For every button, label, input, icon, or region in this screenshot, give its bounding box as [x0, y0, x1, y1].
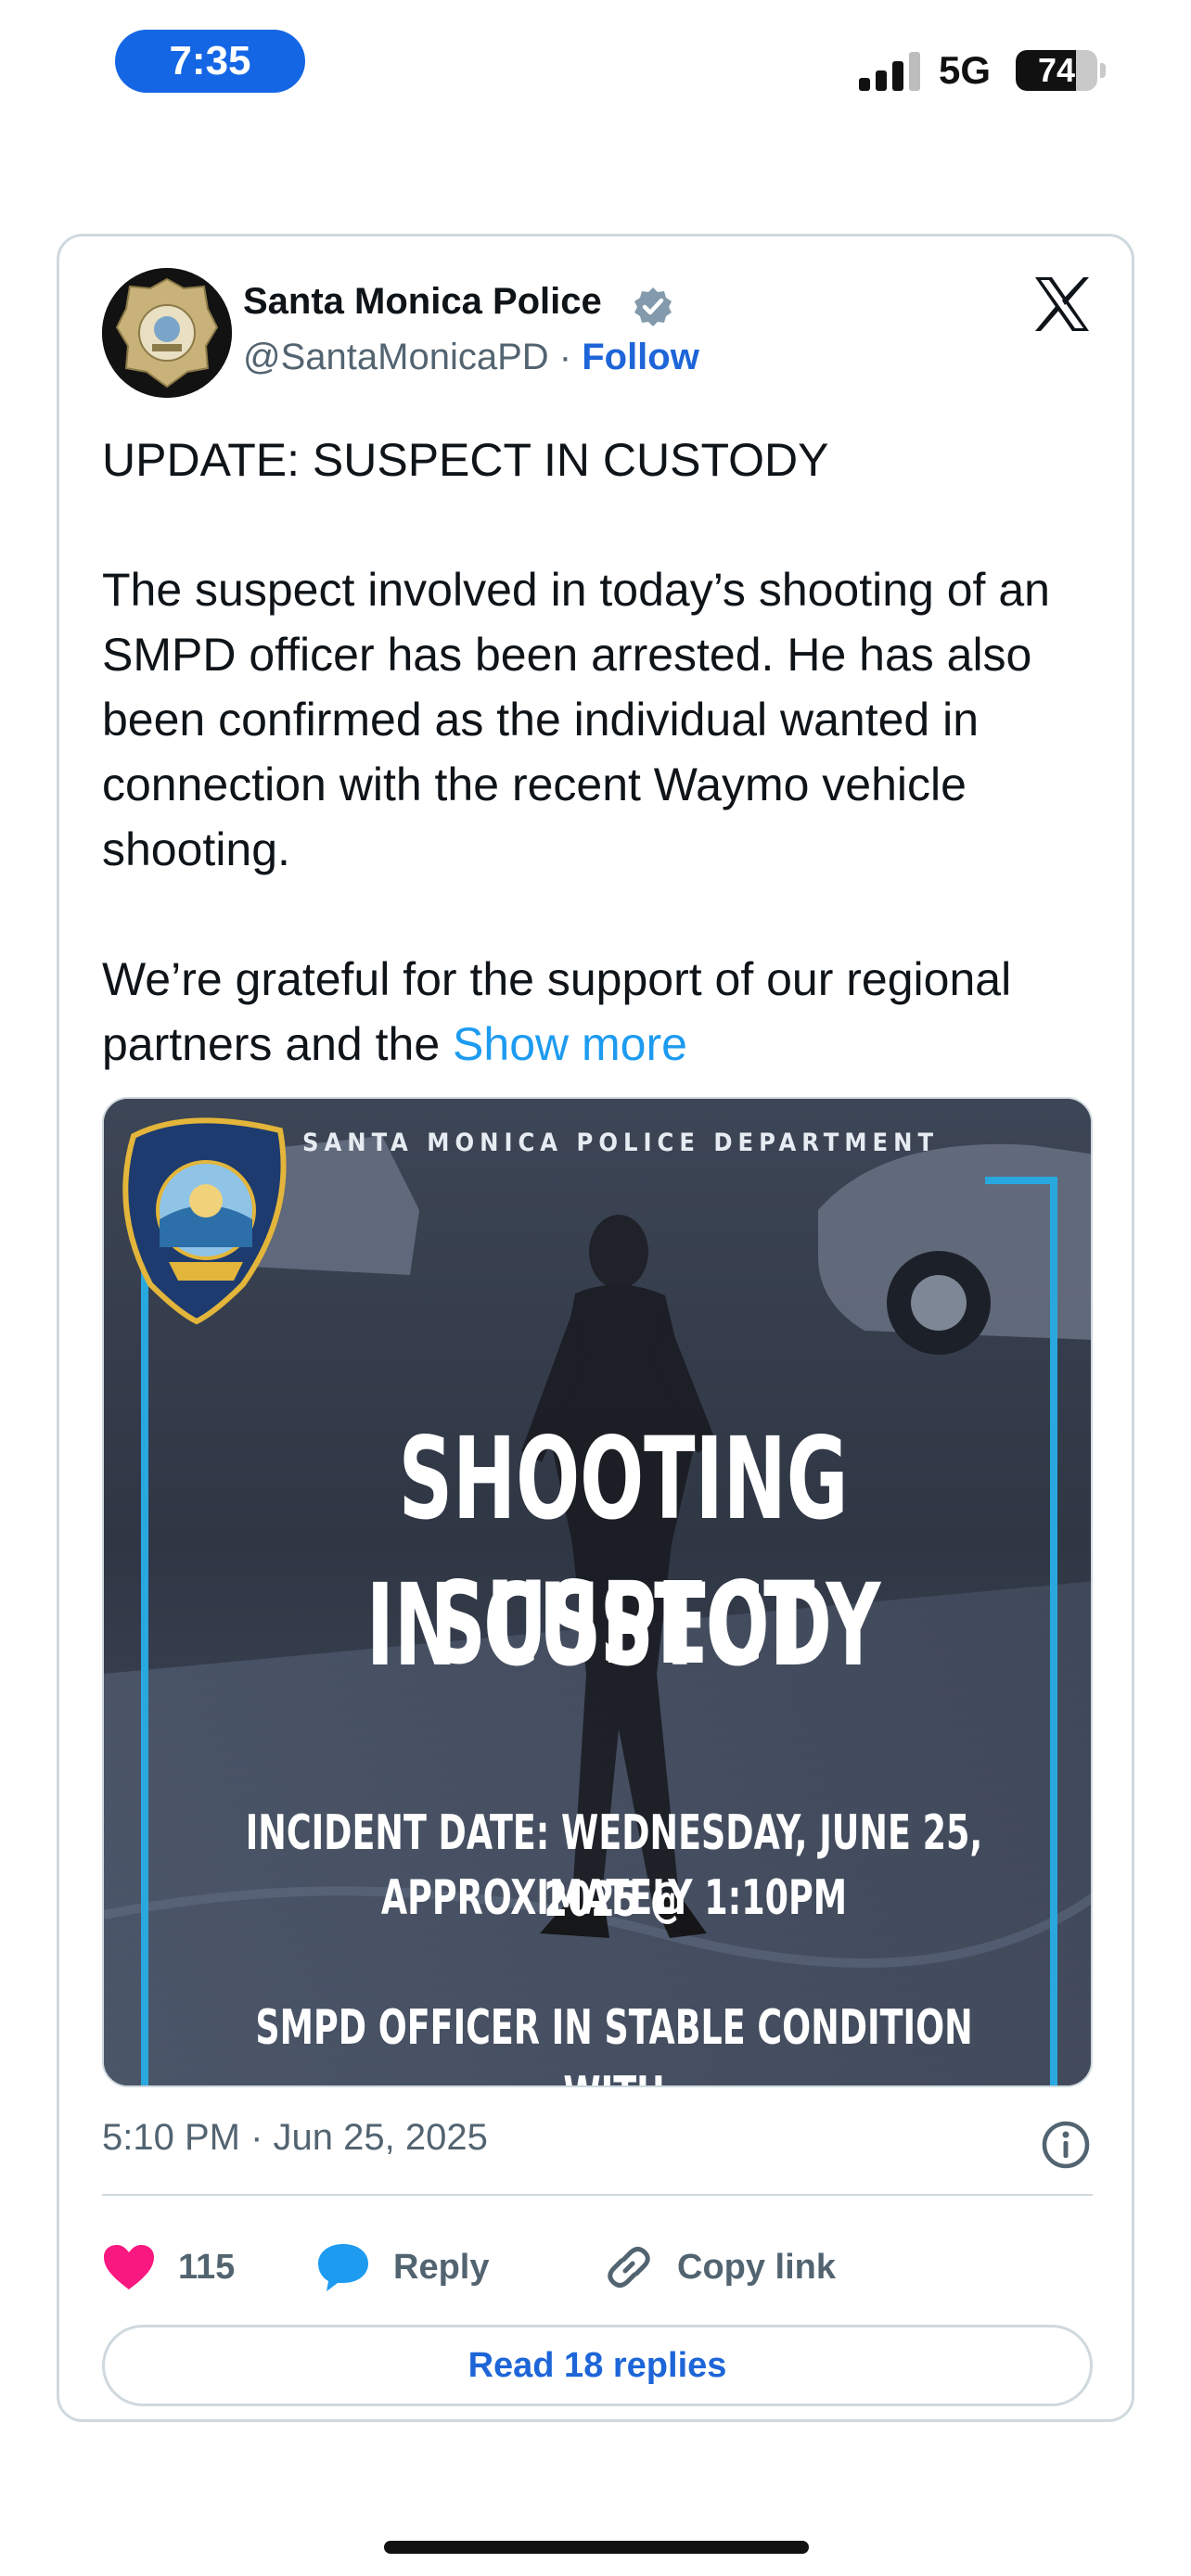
info-icon[interactable]: [1040, 2119, 1092, 2171]
author-handle-row: @SantaMonicaPD · Follow: [243, 337, 699, 378]
tweet-body: UPDATE: SUSPECT IN CUSTODY The suspect i…: [102, 434, 1050, 1070]
read-replies-button[interactable]: Read 18 replies: [102, 2325, 1093, 2406]
copy-link-label: Copy link: [677, 2247, 837, 2287]
status-bar: 7:35 5G 74: [0, 0, 1191, 121]
tweet-media-image[interactable]: SANTA MONICA POLICE DEPARTMENT SHOOTING …: [102, 1097, 1093, 2087]
copy-link-button[interactable]: Copy link: [603, 2230, 836, 2304]
like-count: 115: [178, 2247, 236, 2287]
reply-label: Reply: [393, 2247, 490, 2287]
cellular-signal-icon: [859, 50, 924, 91]
media-incident-line2: APPROXIMATELY 1:10PM: [380, 1870, 848, 1926]
tweet-card: Santa Monica Police @SantaMonicaPD · Fol…: [57, 234, 1134, 2422]
tweet-text: UPDATE: SUSPECT IN CUSTODY The suspect i…: [102, 427, 1104, 1077]
divider: [102, 2194, 1093, 2196]
handle-separator: ·: [548, 337, 583, 377]
tweet-timestamp[interactable]: 5:10 PM · Jun 25, 2025: [102, 2117, 488, 2159]
reply-button[interactable]: Reply: [315, 2230, 489, 2304]
media-headline-line2: IN CUSTODY: [365, 1560, 881, 1691]
x-logo-icon[interactable]: [1030, 272, 1095, 337]
status-time: 7:35: [115, 30, 305, 93]
author-handle[interactable]: @SantaMonicaPD: [243, 337, 549, 377]
police-badge-avatar-icon: [102, 268, 232, 398]
battery-icon: 74: [1016, 50, 1097, 91]
battery-tip: [1100, 63, 1106, 78]
author-name[interactable]: Santa Monica Police: [243, 281, 602, 323]
verified-badge-icon: [634, 287, 672, 326]
link-icon: [608, 2247, 650, 2288]
avatar[interactable]: [102, 268, 232, 398]
show-more-link[interactable]: Show more: [453, 1018, 687, 1070]
like-button[interactable]: 115: [102, 2230, 235, 2304]
speech-bubble-icon: [318, 2244, 368, 2291]
battery-percentage: 74: [1037, 51, 1076, 89]
follow-button[interactable]: Follow: [582, 337, 699, 377]
network-type: 5G: [939, 48, 992, 92]
heart-icon: [104, 2245, 154, 2289]
media-department-text: SANTA MONICA POLICE DEPARTMENT: [301, 1129, 940, 1157]
tweet-actions: 115 Reply Copy link: [102, 2230, 1093, 2304]
media-condition-line: SMPD OFFICER IN STABLE CONDITION WITH: [255, 2000, 973, 2085]
home-indicator[interactable]: [384, 2541, 809, 2554]
